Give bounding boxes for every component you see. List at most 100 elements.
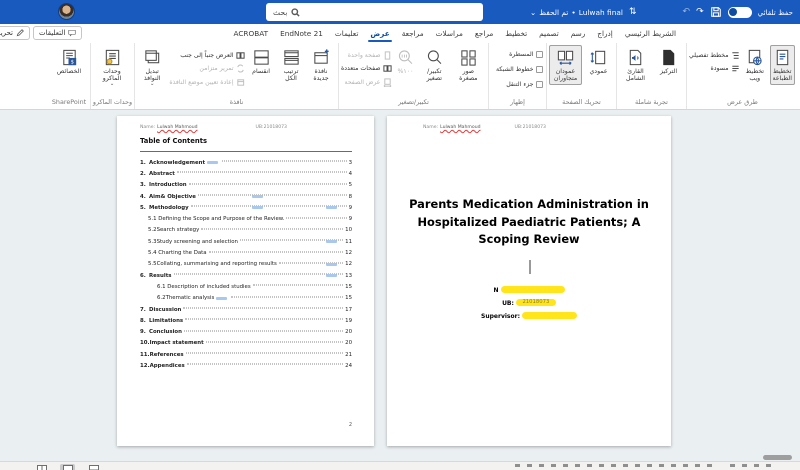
- ribbon-tab[interactable]: مراجعة: [396, 24, 430, 42]
- toc-leader-dots: [286, 217, 346, 218]
- toc-page-number: 3: [349, 160, 352, 166]
- vertical-button[interactable]: عمودي: [584, 45, 613, 78]
- zoom-100-button[interactable]: ١٠٠%: [394, 45, 417, 78]
- toc-page-number: 21: [345, 352, 352, 358]
- new-window-button[interactable]: نافذة جديدة: [307, 45, 335, 85]
- toc-page-number: 20: [345, 329, 352, 335]
- text-cursor: [529, 260, 531, 274]
- focus-button[interactable]: التركيز: [654, 45, 683, 78]
- toc-entry: 12. Appendices 24: [140, 360, 352, 371]
- web-layout-button[interactable]: تخطيط ويب: [742, 45, 767, 85]
- ribbon-tab[interactable]: عرض: [364, 24, 395, 42]
- one-page-button[interactable]: صفحة واحدة: [341, 49, 392, 61]
- toc-divider: [140, 151, 352, 152]
- switch-windows-button[interactable]: تبديل النوافذ ⌄: [137, 45, 167, 90]
- group-label-immersive: تجربة شاملة: [617, 97, 686, 108]
- page-2-toc[interactable]: Name: Lulwah Mahmoud UB:21018073 Table o…: [117, 116, 374, 446]
- web-layout-view-button[interactable]: [86, 464, 101, 470]
- checkbox-icon: [536, 66, 543, 73]
- immersive-reader-button[interactable]: القارئ الشامل: [619, 45, 652, 85]
- page-number: 2: [349, 422, 352, 428]
- group-label-zoom: تكبير/تصغير: [339, 97, 488, 108]
- properties-button[interactable]: $ الخصائص: [51, 45, 87, 78]
- print-layout-button[interactable]: تخطيط الطباعة: [770, 45, 795, 85]
- search-box[interactable]: بحث: [266, 3, 483, 21]
- comment-mark: [252, 195, 263, 198]
- redo-icon[interactable]: ↷: [696, 0, 704, 24]
- toc-page-number: 15: [345, 295, 352, 301]
- ribbon-tab[interactable]: الشريط الرئيسي: [619, 24, 682, 42]
- view-side-by-side-button[interactable]: العرض جنباً إلى جنب: [169, 49, 245, 61]
- toc-leader-dots: [209, 251, 344, 252]
- comment-icon: [68, 29, 76, 37]
- ribbon-tab[interactable]: تصميم: [533, 24, 565, 42]
- draft-button[interactable]: مسودة: [689, 63, 740, 75]
- navigation-pane-checkbox[interactable]: جزء التنقل: [506, 78, 543, 90]
- save-status: تم الحفظ: [539, 8, 568, 17]
- document-title: Lulwah final: [579, 8, 623, 17]
- ub-field: UB:21018073: [387, 299, 671, 312]
- toc-page-number: 15: [345, 284, 352, 290]
- ribbon-tab[interactable]: تخطيط: [499, 24, 533, 42]
- toc-page-number: 12: [345, 261, 352, 267]
- new-window-icon: [312, 48, 331, 67]
- toc-entry: 4. Aim& Objective 8: [140, 191, 352, 202]
- comments-button[interactable]: التعليقات: [33, 26, 82, 40]
- undo-icon[interactable]: ↶: [683, 0, 691, 24]
- autosave-toggle[interactable]: [728, 7, 752, 18]
- print-layout-view-button[interactable]: [60, 464, 75, 470]
- toc-page-number: 9: [349, 216, 352, 222]
- split-button[interactable]: انقسام: [247, 45, 275, 78]
- avatar[interactable]: [58, 3, 75, 20]
- ribbon-display-icon[interactable]: ⇅: [629, 0, 637, 24]
- toc-entry: 5. Methodology 9: [140, 202, 352, 213]
- vertical-page-icon: [589, 48, 608, 67]
- multiple-pages-button[interactable]: صفحات متعددة: [341, 63, 392, 75]
- read-mode-icon: [37, 465, 47, 470]
- reset-window-icon: [236, 78, 245, 87]
- ribbon-tab[interactable]: مراسلات: [430, 24, 469, 42]
- outline-icon: [731, 51, 740, 60]
- comment-mark: [207, 161, 218, 164]
- word-window: بحث حفظ تلقائي ↷ ↶ ⇅ Lulwah final • تم ا…: [0, 0, 800, 470]
- ribbon-tab[interactable]: رسم: [565, 24, 592, 42]
- zoom-button[interactable]: تكبير/تصغير: [419, 45, 450, 85]
- toc-leader-dots: [189, 183, 347, 184]
- editing-mode-button[interactable]: تحرير: [0, 26, 30, 40]
- redacted-highlight: 21018073: [516, 299, 556, 306]
- group-label-sharepoint: SharePoint: [48, 97, 90, 108]
- gridlines-checkbox[interactable]: خطوط الشبكة: [496, 63, 543, 75]
- toc-entry: 1. Acknowledgement 3: [140, 157, 352, 168]
- status-text-cutoff: [730, 464, 778, 467]
- synchronous-scrolling-button[interactable]: تمرير متزامن: [169, 63, 245, 75]
- horizontal-scrollbar-thumb[interactable]: [763, 455, 792, 460]
- ribbon-tab[interactable]: ACROBAT: [227, 24, 274, 42]
- side-to-side-button[interactable]: عمودان متجاوران: [549, 45, 582, 85]
- thumbnails-button[interactable]: صور مصغرة: [452, 45, 485, 85]
- ribbon-tab[interactable]: مراجع: [469, 24, 499, 42]
- document-title-group[interactable]: Lulwah final • تم الحفظ ⌄: [530, 8, 623, 17]
- save-icon[interactable]: [710, 6, 722, 18]
- outline-button[interactable]: مخطط تفصيلي: [689, 49, 740, 61]
- toc-page-number: 11: [345, 239, 352, 245]
- arrange-all-button[interactable]: ترتيب الكل: [277, 45, 305, 85]
- group-label-page-movement: تحريك الصفحة: [547, 97, 616, 108]
- read-mode-button[interactable]: [34, 464, 49, 470]
- status-text-cutoff: [515, 464, 715, 467]
- comment-mark: [326, 263, 337, 266]
- ribbon-tab[interactable]: EndNote 21: [274, 24, 329, 42]
- ribbon-tab[interactable]: تعليمات: [329, 24, 364, 42]
- page-width-icon: [383, 78, 392, 87]
- student-name: Lulwah Mahmoud: [440, 125, 480, 130]
- ribbon-tab[interactable]: إدراج: [591, 24, 619, 42]
- pencil-icon: [16, 29, 24, 37]
- draft-icon: [731, 64, 740, 73]
- page-width-button[interactable]: عرض الصفحة: [341, 76, 392, 88]
- macros-button[interactable]: وحدات الماكرو ⌄: [93, 45, 131, 90]
- reset-window-position-button[interactable]: إعادة تعيين موضع النافذة: [169, 76, 245, 88]
- chevron-down-icon: ⌄: [150, 82, 155, 87]
- table-of-contents: 1. Acknowledgement 3 2. Abstract 4 3. In…: [140, 157, 352, 372]
- group-label-show: إظهار: [489, 97, 546, 108]
- ruler-checkbox[interactable]: المسطرة: [509, 48, 543, 60]
- page-1-title[interactable]: Name: Lulwah Mahmoud UB:21018073 Parents…: [387, 116, 671, 446]
